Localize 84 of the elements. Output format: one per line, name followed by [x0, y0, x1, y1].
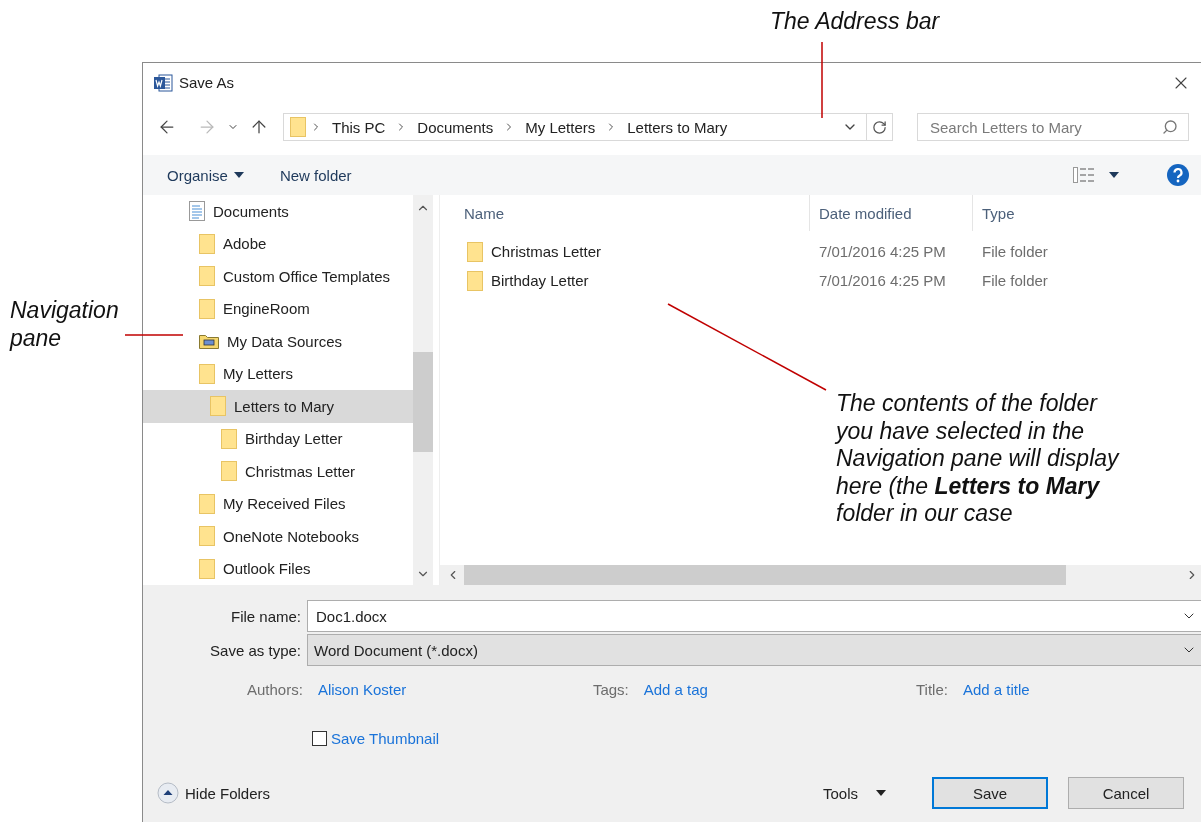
- column-header[interactable]: Type: [972, 195, 1015, 231]
- caret-icon: [1109, 172, 1119, 178]
- metadata-label: Tags:: [592, 680, 629, 698]
- checkbox[interactable]: [312, 730, 327, 746]
- file-type: File folder: [981, 243, 1048, 260]
- folder-icon: [221, 461, 237, 482]
- callout-text: The contents of the folder you have selected in the Navigation pane will display here (the Letters to Mary folder in our case: [836, 390, 1121, 528]
- folder-icon: [199, 266, 215, 287]
- word-app-icon: [153, 72, 173, 93]
- new-folder-button[interactable]: New folder: [279, 166, 352, 184]
- checkbox-label[interactable]: Save Thumbnail: [331, 729, 440, 747]
- metadata-link[interactable]: Add a title: [962, 680, 1030, 698]
- breadcrumb[interactable]: My Letters: [519, 118, 602, 136]
- search-field[interactable]: Search Letters to Mary: [928, 117, 1162, 137]
- folder-icon: [290, 117, 306, 137]
- field-label: Save as type:: [209, 641, 302, 659]
- breadcrumb[interactable]: This PC: [326, 118, 392, 136]
- folder-icon: [199, 493, 215, 514]
- metadata-link[interactable]: Alison Koster: [317, 680, 407, 698]
- nav-item[interactable]: EngineRoom: [143, 292, 413, 325]
- date-modified: 7/01/2016 4:25 PM: [818, 243, 947, 260]
- vertical-scrollbar[interactable]: [413, 195, 433, 585]
- help-button[interactable]: [1167, 164, 1189, 186]
- nav-item[interactable]: My Data Sources: [143, 325, 413, 358]
- column-header[interactable]: Date modified: [809, 195, 972, 231]
- nav-item[interactable]: Documents: [143, 195, 413, 228]
- nav-item[interactable]: Letters to Mary: [143, 390, 413, 423]
- leader-line: [125, 334, 183, 336]
- folder-icon: [199, 526, 215, 547]
- folder-icon: [199, 363, 215, 384]
- folder-icon: [210, 396, 226, 417]
- document-icon: [189, 201, 205, 222]
- details-view-icon: [1073, 167, 1095, 183]
- address-bar[interactable]: This PC Documents My Letters Letters to Mary: [283, 113, 893, 141]
- save-as-type-dropdown[interactable]: Word Document (*.docx): [307, 634, 1201, 666]
- metadata-label: Title:: [915, 680, 948, 698]
- view-options-button[interactable]: [1073, 167, 1119, 183]
- window-title: Save As: [179, 74, 236, 91]
- organise-menu[interactable]: Organise: [167, 166, 244, 184]
- breadcrumb[interactable]: Letters to Mary: [621, 118, 734, 136]
- refresh-icon: [872, 119, 887, 135]
- file-name: Birthday Letter: [491, 272, 589, 289]
- nav-item[interactable]: Custom Office Templates: [143, 260, 413, 293]
- folder-icon: [467, 270, 483, 291]
- nav-item[interactable]: Christmas Letter: [143, 455, 413, 488]
- nav-item[interactable]: My Received Files: [143, 487, 413, 520]
- file-row[interactable]: Christmas Letter 7/01/2016 4:25 PM File folder: [440, 237, 1201, 266]
- nav-item[interactable]: Birthday Letter: [143, 422, 413, 455]
- data-folder-icon: [199, 333, 219, 350]
- folder-icon: [221, 428, 237, 449]
- search-icon[interactable]: [1162, 119, 1178, 135]
- folder-icon: [199, 298, 215, 319]
- metadata-label: Authors:: [247, 680, 303, 698]
- file-name-field[interactable]: Doc1.docx: [314, 606, 1181, 626]
- dialog-button[interactable]: Save: [932, 777, 1048, 809]
- dialog-button[interactable]: Cancel: [1068, 777, 1184, 809]
- file-row[interactable]: Birthday Letter 7/01/2016 4:25 PM File folder: [440, 266, 1201, 295]
- callout-text: The Address bar: [770, 8, 941, 36]
- callout-text: Navigation pane: [10, 297, 120, 352]
- date-modified: 7/01/2016 4:25 PM: [818, 272, 947, 289]
- folder-icon: [199, 558, 215, 579]
- metadata-link[interactable]: Add a tag: [643, 680, 708, 698]
- file-name: Christmas Letter: [491, 243, 602, 260]
- caret-icon: [233, 172, 244, 178]
- help-icon: [1167, 164, 1189, 186]
- tools-menu[interactable]: Tools: [822, 784, 886, 802]
- caret-icon: [876, 790, 886, 796]
- folder-icon: [467, 241, 483, 262]
- folder-icon: [199, 233, 215, 254]
- column-header[interactable]: Name: [440, 195, 809, 231]
- nav-item[interactable]: Outlook Files: [143, 552, 413, 585]
- collapse-icon: [157, 782, 179, 804]
- scrollbar-thumb[interactable]: [413, 352, 433, 452]
- nav-item[interactable]: OneNote Notebooks: [143, 520, 413, 553]
- file-type: File folder: [981, 272, 1048, 289]
- nav-item[interactable]: My Letters: [143, 357, 413, 390]
- field-label: File name:: [229, 607, 302, 625]
- hide-folders-button[interactable]: Hide Folders: [157, 782, 271, 804]
- horizontal-scrollbar[interactable]: [440, 565, 1201, 585]
- search-box[interactable]: Search Letters to Mary: [917, 113, 1189, 141]
- file-name-combo[interactable]: Doc1.docx: [307, 600, 1201, 632]
- breadcrumb[interactable]: Documents: [411, 118, 500, 136]
- scrollbar-thumb[interactable]: [464, 565, 1066, 585]
- nav-item[interactable]: Adobe: [143, 227, 413, 260]
